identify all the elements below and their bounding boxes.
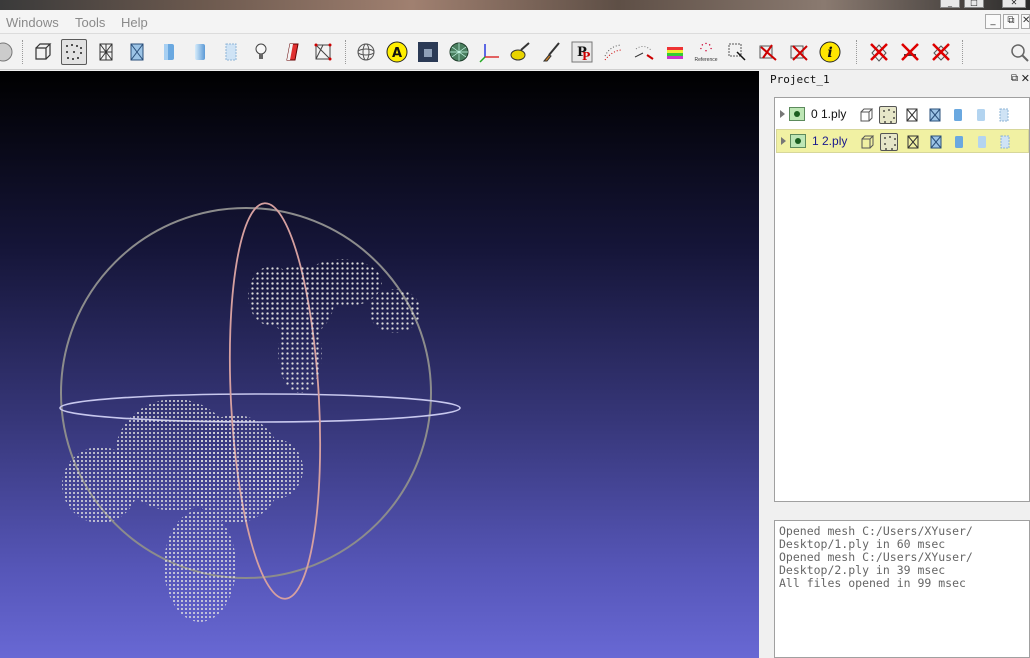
pp-filter-icon[interactable]: PP — [569, 39, 595, 65]
colorize-icon[interactable] — [279, 39, 305, 65]
select-faces-icon[interactable] — [310, 39, 336, 65]
layer-row[interactable]: 0 1.ply — [776, 103, 1029, 127]
svg-text:A: A — [392, 46, 402, 61]
visibility-eye-icon[interactable] — [790, 134, 806, 148]
project-dock-header: Project_1 ⧉ ✕ — [767, 71, 1030, 89]
layer-list: 0 1.ply 1 2.ply — [774, 97, 1030, 502]
layer-hidden-lines-icon[interactable] — [927, 133, 945, 151]
minimize-window-button[interactable]: _ — [940, 0, 960, 8]
dock-close-icon[interactable]: ✕ — [1021, 72, 1030, 85]
svg-text:P: P — [582, 50, 590, 63]
point-cloud-scene — [59, 202, 461, 622]
layer-flat-icon[interactable] — [950, 133, 968, 151]
project-title: Project_1 — [770, 73, 830, 86]
layer-wireframe-icon[interactable] — [904, 133, 922, 151]
camera-icon[interactable] — [415, 39, 441, 65]
main-toolbar: A PP Reference i — [0, 34, 1030, 70]
mdi-restore-button[interactable]: ⧉ — [1003, 14, 1019, 29]
layer-label: 1 2.ply — [812, 134, 848, 148]
monkey-point-cloud-upper — [248, 259, 421, 393]
visibility-eye-icon[interactable] — [789, 107, 805, 121]
layer-bbox-icon[interactable] — [859, 133, 877, 151]
wireframe-icon[interactable] — [93, 39, 119, 65]
svg-text:i: i — [827, 45, 832, 61]
layer-label: 0 1.ply — [811, 107, 847, 121]
flat-shading-icon[interactable] — [156, 39, 182, 65]
menu-help[interactable]: Help — [121, 15, 148, 30]
layer-flat-icon[interactable] — [949, 106, 967, 124]
axes-icon[interactable] — [477, 39, 503, 65]
cut-icon[interactable] — [755, 39, 781, 65]
dock-float-icon[interactable]: ⧉ — [1011, 73, 1018, 84]
bbox-icon[interactable] — [30, 39, 56, 65]
layer-points-icon[interactable] — [879, 106, 897, 124]
window-title-strip: _ □ ✕ — [0, 0, 1030, 10]
delete-faces-icon[interactable] — [866, 39, 892, 65]
info-icon[interactable]: i — [817, 39, 843, 65]
dock-splitter[interactable] — [759, 71, 767, 658]
points-icon[interactable] — [61, 39, 87, 65]
layer-points-icon[interactable] — [880, 133, 898, 151]
paint-icon[interactable] — [507, 39, 533, 65]
annotation-icon[interactable]: A — [384, 39, 410, 65]
select-vertices-icon[interactable] — [724, 39, 750, 65]
log-line: All files opened in 99 msec — [779, 576, 966, 590]
monkey-point-cloud-lower — [62, 399, 303, 622]
face-shading-icon[interactable] — [218, 39, 244, 65]
log-panel[interactable]: Opened mesh C:/Users/XYuser/ Desktop/1.p… — [774, 520, 1030, 658]
hidden-lines-icon[interactable] — [124, 39, 150, 65]
3d-viewport[interactable] — [0, 71, 759, 658]
layer-texture-icon[interactable] — [995, 106, 1013, 124]
light-bulb-icon[interactable] — [248, 39, 274, 65]
cut-vertices-icon[interactable] — [786, 39, 812, 65]
close-window-button[interactable]: ✕ — [1002, 0, 1026, 8]
translate-icon[interactable] — [631, 39, 657, 65]
delete-all-icon[interactable] — [928, 39, 954, 65]
sphere-trackball-icon[interactable] — [353, 39, 379, 65]
delete-vertices-icon[interactable] — [897, 39, 923, 65]
expand-arrow-icon[interactable] — [781, 137, 786, 145]
mdi-minimize-button[interactable]: _ — [985, 14, 1001, 29]
layer-wireframe-icon[interactable] — [903, 106, 921, 124]
expand-arrow-icon[interactable] — [780, 110, 785, 118]
layer-hidden-lines-icon[interactable] — [926, 106, 944, 124]
restore-window-button[interactable]: □ — [964, 0, 984, 8]
layer-smooth-icon[interactable] — [972, 106, 990, 124]
mesh-sphere-icon[interactable] — [446, 39, 472, 65]
layer-bbox-icon[interactable] — [858, 106, 876, 124]
menu-tools[interactable]: Tools — [75, 15, 105, 30]
layer-smooth-icon[interactable] — [973, 133, 991, 151]
vertex-shading-icon[interactable] — [187, 39, 213, 65]
reference-icon[interactable]: Reference — [693, 39, 719, 65]
mdi-close-button[interactable]: ✕ — [1021, 14, 1030, 29]
search-icon[interactable] — [1006, 39, 1030, 65]
brush-icon[interactable] — [538, 39, 564, 65]
menu-bar: Windows Tools Help _ ⧉ ✕ — [0, 10, 1030, 34]
menu-windows[interactable]: Windows — [6, 15, 59, 30]
layer-texture-icon[interactable] — [996, 133, 1014, 151]
partial-toolbar-icon[interactable] — [0, 39, 16, 65]
rainbow-icon[interactable] — [662, 39, 688, 65]
layer-row-selected[interactable]: 1 2.ply — [776, 129, 1029, 153]
trackball-gizmo — [59, 202, 461, 600]
reference-label: Reference — [694, 56, 718, 63]
align-icon[interactable] — [600, 39, 626, 65]
